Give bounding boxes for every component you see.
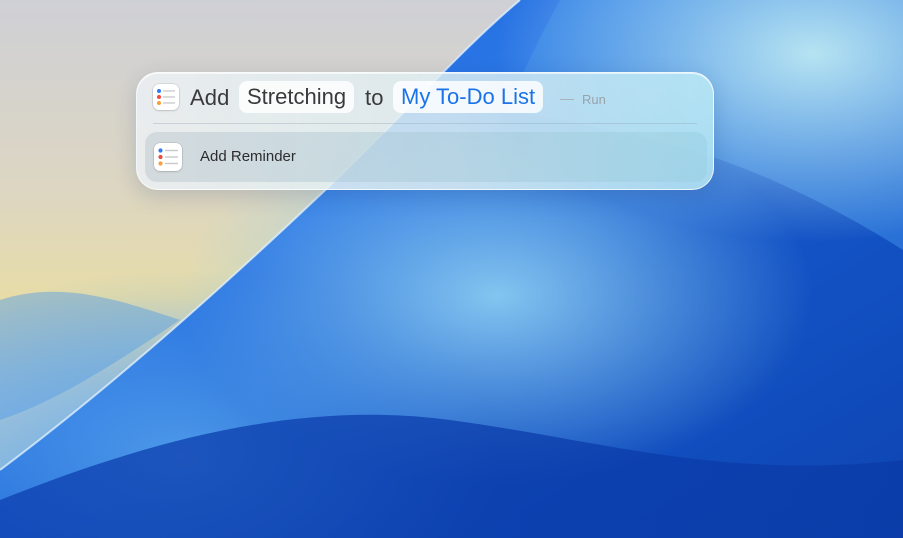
run-hint[interactable]: Run (582, 92, 606, 107)
query-item-token[interactable]: Stretching (239, 81, 355, 113)
query-preposition: to (365, 85, 384, 110)
divider (153, 123, 697, 124)
result-label: Add Reminder (200, 148, 296, 165)
query-separator: — (560, 90, 574, 106)
query-row[interactable]: Add Stretching to My To-Do List — Run (137, 73, 715, 123)
query-verb: Add (190, 85, 230, 110)
reminders-icon (154, 143, 182, 171)
result-row-add-reminder[interactable]: Add Reminder (145, 132, 707, 182)
query-list-token[interactable]: My To-Do List (393, 81, 544, 113)
reminders-icon (153, 84, 179, 110)
spotlight-panel: Add Stretching to My To-Do List — Run Ad… (136, 72, 714, 190)
